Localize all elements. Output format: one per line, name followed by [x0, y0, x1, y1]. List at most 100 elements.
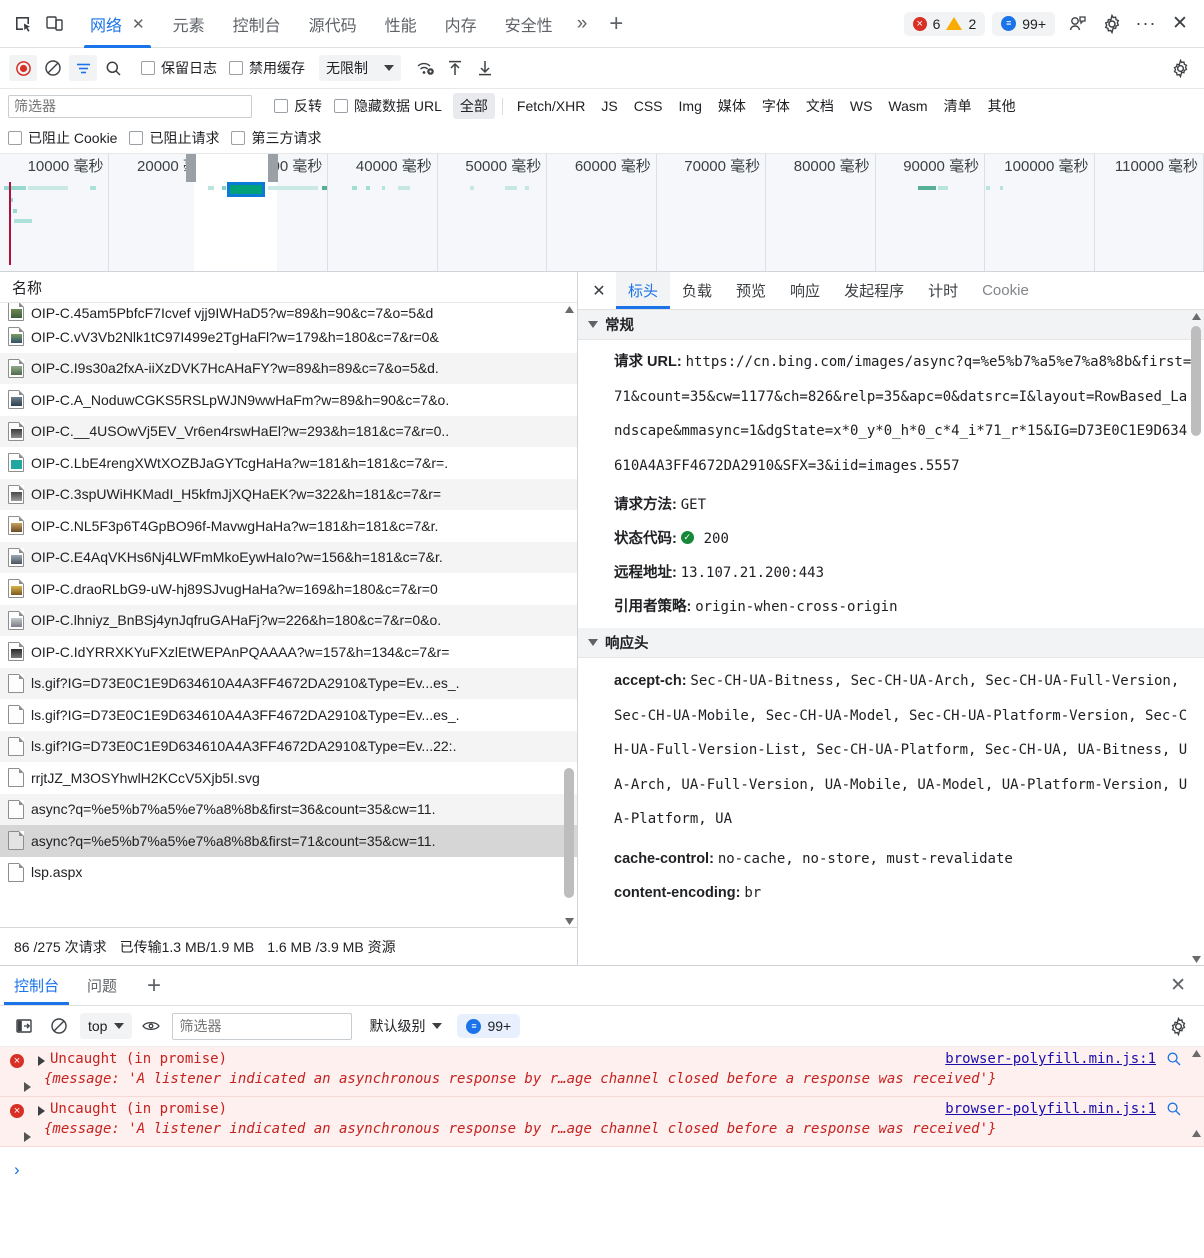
filter-type-other[interactable]: 其他 — [981, 93, 1023, 119]
search-icon[interactable] — [99, 55, 127, 81]
list-item[interactable]: Uncaught (in promise) browser-polyfill.m… — [0, 1047, 1204, 1097]
tab-console[interactable]: 控制台 — [219, 0, 295, 48]
add-panel-icon[interactable]: + — [597, 10, 635, 38]
table-row[interactable]: OIP-C.I9s30a2fxA-iiXzDVK7HcAHaFY?w=89&h=… — [0, 352, 577, 384]
overview-window-right-handle[interactable] — [268, 154, 278, 182]
console-log[interactable]: Uncaught (in promise) browser-polyfill.m… — [0, 1047, 1204, 1258]
filter-type-doc[interactable]: 文档 — [799, 93, 841, 119]
table-row[interactable]: OIP-C.45am5PbfcF7Icvef vjj9IWHaD5?w=89&h… — [0, 303, 577, 321]
export-har-icon[interactable] — [471, 55, 499, 81]
drawer-close-icon[interactable]: ✕ — [1156, 966, 1204, 1005]
table-row[interactable]: ls.gif?IG=D73E0C1E9D634610A4A3FF4672DA29… — [0, 730, 577, 762]
console-sidebar-icon[interactable] — [10, 1013, 38, 1039]
scrollbar-thumb[interactable] — [564, 768, 574, 898]
console-prompt[interactable]: › — [0, 1147, 1204, 1192]
preserve-log-checkbox[interactable]: 保留日志 — [141, 58, 217, 78]
tab-timing[interactable]: 计时 — [916, 272, 970, 309]
table-row[interactable]: async?q=%e5%b7%a5%e7%a8%8b&first=36&coun… — [0, 793, 577, 825]
details-scrollbar[interactable] — [1189, 310, 1203, 965]
expand-arrow-icon[interactable] — [38, 1106, 45, 1116]
tab-preview[interactable]: 预览 — [724, 272, 778, 309]
filter-type-manifest[interactable]: 清单 — [937, 93, 979, 119]
table-row[interactable]: OIP-C.E4AqVKHs6Nj4LWFmMkoEywHaIo?w=156&h… — [0, 541, 577, 573]
drawer-tab-console[interactable]: 控制台 — [0, 966, 73, 1005]
table-row[interactable]: OIP-C.3spUWiHKMadI_H5kfmJjXQHaEK?w=322&h… — [0, 478, 577, 510]
scroll-up-arrow-icon[interactable] — [563, 303, 575, 315]
console-filter-input[interactable] — [172, 1012, 353, 1040]
console-scrollbar[interactable] — [1189, 1047, 1203, 1258]
console-source-link[interactable]: browser-polyfill.min.js:1 — [945, 1051, 1156, 1067]
console-issues-badge[interactable]: 99+ — [457, 1014, 521, 1038]
table-row[interactable]: OIP-C.NL5F3p6T4GpBO96f-MavwgHaHa?w=181&h… — [0, 510, 577, 542]
blocked-cookies-checkbox[interactable]: 已阻止 Cookie — [8, 128, 117, 148]
tab-elements[interactable]: 元素 — [159, 0, 219, 48]
scroll-up-arrow-icon[interactable] — [1190, 310, 1202, 322]
clear-button[interactable] — [39, 55, 67, 81]
disable-cache-checkbox[interactable]: 禁用缓存 — [229, 58, 305, 78]
table-row[interactable]: OIP-C.vV3Vb2Nlk1tC97I499e2TgHaFl?w=179&h… — [0, 321, 577, 353]
expand-arrow-icon[interactable] — [24, 1132, 31, 1142]
device-toolbar-icon[interactable] — [38, 8, 70, 40]
table-row[interactable]: ls.gif?IG=D73E0C1E9D634610A4A3FF4672DA29… — [0, 667, 577, 699]
scroll-up-arrow-icon[interactable] — [1190, 1047, 1202, 1059]
filter-type-fetch-xhr[interactable]: Fetch/XHR — [510, 95, 592, 117]
filter-input[interactable] — [8, 94, 252, 118]
table-row[interactable]: ls.gif?IG=D73E0C1E9D634610A4A3FF4672DA29… — [0, 699, 577, 731]
tab-network-close-icon[interactable]: ✕ — [132, 15, 145, 33]
filter-type-ws[interactable]: WS — [843, 95, 880, 117]
clear-console-icon[interactable] — [45, 1013, 73, 1039]
scroll-down-arrow-icon[interactable] — [1190, 953, 1202, 965]
table-row[interactable]: lsp.aspx — [0, 857, 577, 889]
blocked-requests-checkbox[interactable]: 已阻止请求 — [129, 128, 219, 148]
tab-performance[interactable]: 性能 — [371, 0, 431, 48]
requests-list[interactable]: OIP-C.45am5PbfcF7Icvef vjj9IWHaD5?w=89&h… — [0, 303, 577, 927]
tab-network[interactable]: 网络 ✕ — [76, 0, 159, 48]
filter-type-all[interactable]: 全部 — [452, 93, 495, 119]
inspect-element-icon[interactable] — [6, 8, 38, 40]
table-row[interactable]: OIP-C.IdYRRXKYuFXzlEtWEPAnPQAAAA?w=157&h… — [0, 636, 577, 668]
tab-initiator[interactable]: 发起程序 — [832, 272, 916, 309]
more-options-icon[interactable]: ··· — [1130, 8, 1162, 40]
user-feedback-icon[interactable] — [1062, 8, 1094, 40]
details-body[interactable]: 常规 请求 URL: https://cn.bing.com/images/as… — [578, 310, 1204, 965]
general-section-header[interactable]: 常规 — [578, 310, 1204, 340]
drawer-tab-issues[interactable]: 问题 — [73, 966, 131, 1005]
import-har-icon[interactable] — [441, 55, 469, 81]
close-details-icon[interactable]: ✕ — [582, 272, 616, 309]
console-level-select[interactable]: 默认级别 — [369, 1016, 443, 1036]
table-row[interactable]: rrjtJZ_M3OSYhwlH2KCcV5Xjb5I.svg — [0, 762, 577, 794]
table-row[interactable]: OIP-C.A_NoduwCGKS5RSLpWJN9wwHaFm?w=89&h=… — [0, 384, 577, 416]
tab-payload[interactable]: 负载 — [670, 272, 724, 309]
hide-data-url-checkbox[interactable]: 隐藏数据 URL — [334, 96, 442, 116]
table-row[interactable]: OIP-C.lhniyz_BnBSj4ynJqfruGAHaFj?w=226&h… — [0, 604, 577, 636]
requests-scrollbar[interactable] — [562, 303, 576, 927]
expand-arrow-icon[interactable] — [24, 1082, 31, 1092]
table-row[interactable]: OIP-C.draoRLbG9-uW-hj89SJvugHaHa?w=169&h… — [0, 573, 577, 605]
close-devtools-icon[interactable]: ✕ — [1164, 8, 1196, 40]
expand-arrow-icon[interactable] — [38, 1056, 45, 1066]
filter-toggle-button[interactable] — [69, 55, 97, 81]
filter-type-media[interactable]: 媒体 — [711, 93, 753, 119]
filter-type-font[interactable]: 字体 — [755, 93, 797, 119]
header-value[interactable]: no-cache, no-store, must-revalidate — [718, 851, 1013, 867]
tab-sources[interactable]: 源代码 — [295, 0, 371, 48]
network-overview-timeline[interactable]: 10000 毫秒 20000 毫秒 30000 毫秒 40000 毫秒 5000… — [0, 154, 1204, 272]
filter-type-img[interactable]: Img — [672, 95, 709, 117]
table-row[interactable]: OIP-C.LbE4rengXWtXOZBJaGYTcgHaHa?w=181&h… — [0, 447, 577, 479]
message-counter[interactable]: 99+ — [992, 11, 1055, 36]
third-party-checkbox[interactable]: 第三方请求 — [231, 128, 321, 148]
tab-headers[interactable]: 标头 — [616, 272, 671, 309]
response-headers-section-header[interactable]: 响应头 — [578, 628, 1204, 658]
open-in-sources-icon[interactable] — [1166, 1051, 1182, 1070]
tab-security[interactable]: 安全性 — [491, 0, 567, 48]
issues-counter[interactable]: 6 2 — [903, 11, 986, 36]
requests-column-header[interactable]: 名称 — [0, 272, 577, 303]
network-settings-gear-icon[interactable] — [1166, 55, 1194, 81]
more-tabs-icon[interactable]: » — [567, 13, 598, 35]
record-button[interactable] — [9, 55, 37, 81]
open-in-sources-icon[interactable] — [1166, 1101, 1182, 1120]
list-item[interactable]: Uncaught (in promise) browser-polyfill.m… — [0, 1097, 1204, 1147]
network-conditions-icon[interactable] — [411, 55, 439, 81]
table-row[interactable]: OIP-C.__4USOwVj5EV_Vr6en4rswHaEl?w=293&h… — [0, 415, 577, 447]
scroll-down-arrow-icon[interactable] — [563, 915, 575, 927]
